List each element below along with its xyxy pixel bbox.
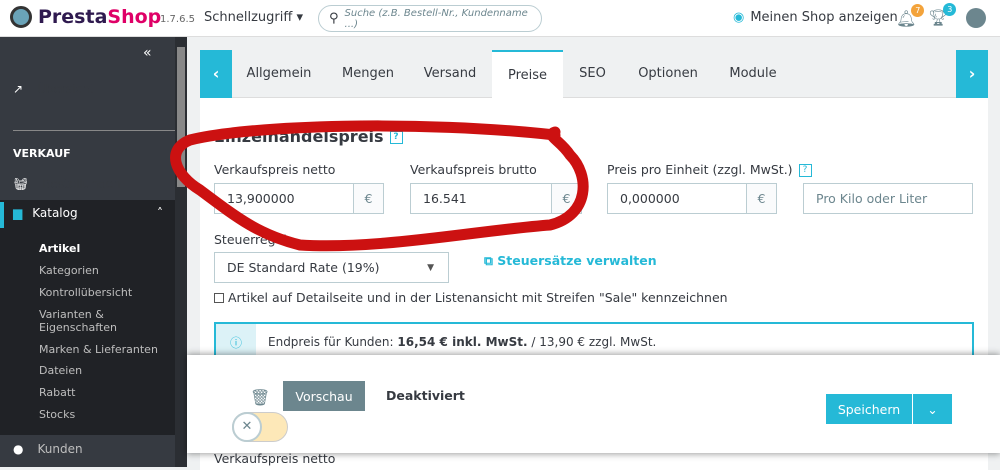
active-toggle[interactable]: ✕ [232, 412, 288, 442]
preview-button[interactable]: Vorschau [283, 381, 365, 411]
close-icon: ✕ [232, 412, 262, 442]
status-label: Deaktiviert [386, 388, 465, 403]
save-button[interactable]: Speichern [826, 394, 912, 424]
trash-icon[interactable]: 🗑︎ [250, 388, 270, 407]
save-options-chevron-down-icon[interactable]: ⌄ [913, 394, 952, 424]
